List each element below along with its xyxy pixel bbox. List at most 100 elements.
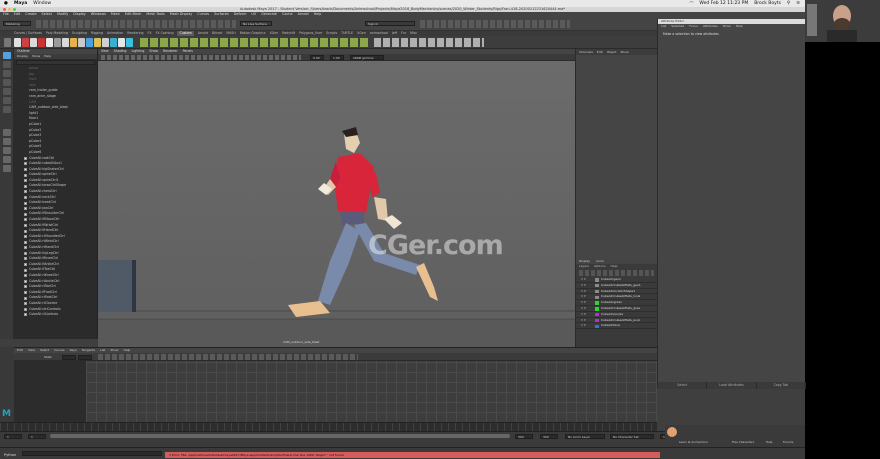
close-window-icon[interactable]: [3, 8, 6, 11]
shelf-script-icon[interactable]: [118, 38, 125, 47]
dock-forums-link[interactable]: Forums: [783, 440, 793, 444]
exposure-field[interactable]: 0.00: [310, 55, 324, 60]
select-tool-icon[interactable]: [3, 52, 11, 59]
zoom-window-icon[interactable]: [13, 8, 16, 11]
wifi-icon[interactable]: ◠: [689, 1, 693, 6]
menu-list-icon[interactable]: ≡: [796, 1, 800, 6]
layout-four-icon[interactable]: [3, 138, 11, 145]
shelf-script-icon[interactable]: [22, 38, 29, 47]
sign-in-button[interactable]: Sign In: [365, 21, 415, 26]
color-space-dropdown[interactable]: sRGB gamma: [350, 55, 384, 60]
cb-menu-object[interactable]: Object: [607, 49, 617, 55]
rotate-tool-icon[interactable]: [3, 88, 11, 95]
outliner-search-input[interactable]: [16, 60, 95, 65]
scale-tool-icon[interactable]: [3, 97, 11, 104]
layer-color-swatch[interactable]: [595, 278, 599, 282]
dock-learn-link[interactable]: Learn at Animschool: [679, 440, 708, 444]
le-menu-layers[interactable]: Layers: [579, 264, 589, 269]
render-tool-icons[interactable]: [420, 20, 570, 28]
layout-single-icon[interactable]: [3, 129, 11, 136]
paint-select-icon[interactable]: [3, 70, 11, 77]
layer-color-swatch[interactable]: [595, 295, 599, 300]
graph-editor-grid[interactable]: [86, 361, 657, 423]
character-set-dropdown[interactable]: No Character Set: [610, 433, 654, 439]
gamma-field[interactable]: 1.00: [330, 55, 344, 60]
apple-icon[interactable]: ●: [4, 1, 8, 6]
layer-color-swatch[interactable]: [595, 324, 599, 329]
cb-menu-show[interactable]: Show: [620, 49, 628, 55]
time-slider[interactable]: [0, 422, 657, 431]
shelf-script-icon[interactable]: [14, 38, 21, 47]
last-tool-icon[interactable]: [3, 106, 11, 113]
ae-select-button[interactable]: Select: [658, 382, 708, 389]
cb-menu-edit[interactable]: Edit: [597, 49, 603, 55]
shelf-script-icon[interactable]: [70, 38, 77, 47]
ae-menu-attributes[interactable]: Attributes: [703, 24, 718, 29]
cb-menu-channels[interactable]: Channels: [579, 49, 593, 55]
ge-stats-field[interactable]: [62, 354, 76, 360]
range-slider[interactable]: [50, 434, 510, 438]
outliner-menu-help[interactable]: Help: [44, 54, 51, 59]
ae-menu-focus[interactable]: Focus: [689, 24, 698, 29]
shelf-script-icon[interactable]: [30, 38, 37, 47]
move-tool-icon[interactable]: [3, 79, 11, 86]
ge-tool-icons[interactable]: [98, 354, 358, 360]
mac-menu-window[interactable]: Window: [33, 1, 51, 6]
menu-set-dropdown[interactable]: Modeling: [3, 21, 31, 26]
range-end-field[interactable]: 300: [515, 433, 533, 439]
dock-free-characters-link[interactable]: Free Characters: [732, 440, 754, 444]
ae-load-attributes-button[interactable]: Load Attributes: [707, 382, 757, 389]
mac-app-name[interactable]: Maya: [14, 1, 27, 6]
outliner-menu-show[interactable]: Show: [32, 54, 40, 59]
lasso-tool-icon[interactable]: [3, 61, 11, 68]
live-surface-field[interactable]: No Live Surface: [240, 21, 272, 26]
layer-row[interactable]: V P CubeAll:blue: [576, 323, 657, 330]
mac-user[interactable]: Brock Boyts: [754, 1, 781, 6]
viewport-toolbar-icons[interactable]: [101, 55, 301, 60]
layer-tool-icons[interactable]: [579, 270, 654, 276]
outliner-menu-display[interactable]: Display: [17, 54, 28, 59]
range-start-field[interactable]: 1: [28, 433, 46, 439]
layer-color-swatch[interactable]: [595, 283, 599, 288]
shelf-script-icon[interactable]: [62, 38, 69, 47]
shelf-button-group[interactable]: [374, 38, 484, 47]
ae-menu-list[interactable]: List: [661, 24, 666, 29]
shelf-script-icon[interactable]: [54, 38, 61, 47]
ae-menu-show[interactable]: Show: [723, 24, 731, 29]
viewport-scene[interactable]: CGer.com CAM_outdoor_side_blast: [98, 61, 575, 347]
anim-layer-dropdown[interactable]: No Anim Layer: [565, 433, 605, 439]
layer-color-swatch[interactable]: [595, 289, 599, 294]
shelf-script-icon[interactable]: [86, 38, 93, 47]
graph-editor-outliner[interactable]: [14, 361, 86, 423]
le-menu-help[interactable]: Help: [611, 264, 618, 269]
shelf-script-icon[interactable]: [94, 38, 101, 47]
status-line-tool-icons[interactable]: [36, 20, 236, 28]
outliner-list[interactable]: persp top front side cam_trailer_guide cam_an…: [14, 66, 97, 318]
ae-menu-selected[interactable]: Selected: [671, 24, 684, 29]
layer-list[interactable]: V P CubeAll:geo1 V P CubeAll:CubeAllHats_ge…: [576, 277, 657, 330]
shelf-script-icon[interactable]: [126, 38, 133, 47]
layer-color-swatch[interactable]: [595, 301, 599, 305]
shelf-script-icon[interactable]: [110, 38, 117, 47]
ae-copy-tab-button[interactable]: Copy Tab: [757, 382, 806, 389]
anim-end-field[interactable]: 300: [540, 433, 558, 439]
mac-clock[interactable]: Wed Feb 12 11:23 PM: [699, 1, 748, 6]
shelf-script-icon[interactable]: [38, 38, 45, 47]
minimize-window-icon[interactable]: [8, 8, 11, 11]
shelf-script-icon[interactable]: [102, 38, 109, 47]
dock-help-link[interactable]: Help: [766, 440, 772, 444]
layer-color-swatch[interactable]: [595, 318, 599, 323]
layer-color-swatch[interactable]: [595, 312, 599, 317]
shelf-button-group[interactable]: [140, 38, 370, 47]
shelf-script-icon[interactable]: [46, 38, 53, 47]
layer-color-swatch[interactable]: [595, 307, 599, 311]
shelf-script-icon[interactable]: [78, 38, 85, 47]
layer-visibility-toggle[interactable]: V P: [581, 323, 586, 329]
ae-menu-help[interactable]: Help: [736, 24, 743, 29]
le-menu-options[interactable]: Options: [594, 264, 606, 269]
search-icon[interactable]: ⚲: [787, 1, 790, 6]
layout-custom-icon[interactable]: [3, 165, 11, 172]
outliner-item[interactable]: CubeAll:rtControls: [14, 312, 97, 318]
anim-start-field[interactable]: 1: [4, 433, 22, 439]
layout-graph-icon[interactable]: [3, 156, 11, 163]
